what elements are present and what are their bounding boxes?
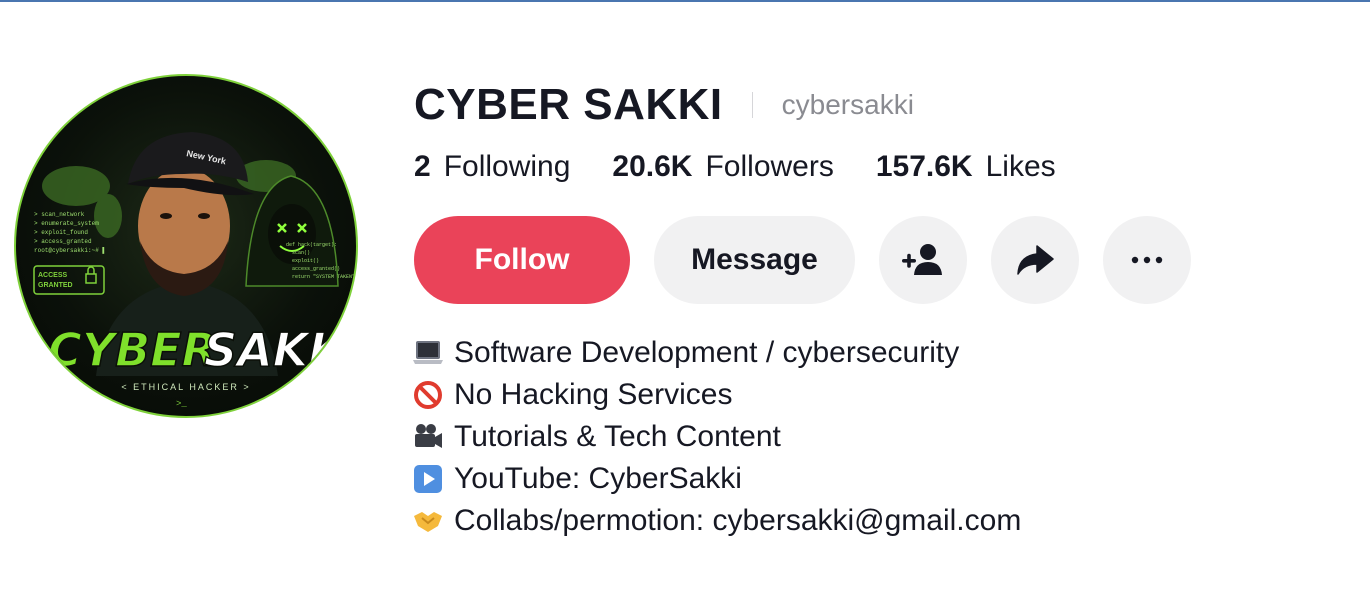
- brand-text-left: CYBER: [48, 323, 217, 377]
- title-divider: [751, 92, 753, 118]
- more-icon: [1131, 256, 1163, 264]
- granted-text: GRANTED: [38, 282, 73, 289]
- stat-following[interactable]: 2 Following: [414, 150, 570, 184]
- stat-likes: 157.6K Likes: [876, 150, 1056, 184]
- terminal-line: > scan_network: [34, 211, 85, 218]
- bio-text: Software Development / cybersecurity: [454, 336, 960, 369]
- play-button-icon: [412, 463, 444, 495]
- more-options-button[interactable]: [1103, 216, 1191, 304]
- bio-text: YouTube: CyberSakki: [454, 462, 742, 495]
- share-button[interactable]: [991, 216, 1079, 304]
- bio-text: Tutorials & Tech Content: [454, 420, 781, 453]
- display-name: CYBER SAKKI: [414, 80, 723, 129]
- code-line: return "SYSTEM TAKEN": [292, 274, 355, 280]
- laptop-icon: [412, 337, 444, 369]
- code-line: def hack(target):: [286, 242, 337, 248]
- stat-value: 2: [414, 150, 431, 183]
- access-text: ACCESS: [38, 272, 68, 279]
- stat-label: Followers: [705, 150, 834, 183]
- code-line: exploit(): [292, 258, 319, 264]
- profile-title-row: CYBER SAKKI cybersakki: [414, 80, 914, 130]
- message-button[interactable]: Message: [654, 216, 855, 304]
- share-icon: [1017, 245, 1054, 275]
- terminal-line: > enumerate_system: [34, 220, 99, 227]
- stat-followers[interactable]: 20.6K Followers: [612, 150, 833, 184]
- stat-label: Following: [443, 150, 571, 183]
- profile-avatar[interactable]: New York > scan_network > enumerate_syst…: [14, 74, 358, 418]
- stat-value: 157.6K: [875, 150, 973, 183]
- bio-text: No Hacking Services: [454, 378, 733, 411]
- add-friend-icon: [902, 244, 942, 275]
- bio-line: Collabs/permotion: cybersakki@gmail.com: [412, 500, 1021, 542]
- movie-camera-icon: [412, 421, 444, 453]
- add-friend-button[interactable]: [879, 216, 967, 304]
- code-line: access_granted(): [292, 266, 340, 272]
- stat-value: 20.6K: [612, 150, 693, 183]
- prohibited-icon: [412, 379, 444, 411]
- lock-icon: [85, 273, 97, 284]
- profile-actions: Follow Message: [414, 216, 1191, 304]
- window-top-border: [0, 0, 1370, 2]
- terminal-line: root@cybersakki:~# ▌: [34, 247, 106, 254]
- stat-label: Likes: [985, 150, 1056, 183]
- handshake-icon: [412, 505, 444, 537]
- access-granted-badge: ACCESS GRANTED: [33, 265, 105, 295]
- code-line: scan(): [292, 250, 310, 256]
- bio-line: Tutorials & Tech Content: [412, 416, 1021, 458]
- brand-text-right: SAKKI: [204, 323, 356, 377]
- profile-stats: 2 Following 20.6K Followers 157.6K Likes: [414, 148, 1098, 186]
- bio-line: YouTube: CyberSakki: [412, 458, 1021, 500]
- terminal-line: > access_granted: [34, 238, 92, 245]
- bio-line: Software Development / cybersecurity: [412, 332, 1021, 374]
- brand-tagline: < ETHICAL HACKER >: [121, 382, 250, 392]
- brand-logo: CYBER SAKKI < ETHICAL HACKER > >_: [47, 322, 356, 409]
- prompt-text: >_: [176, 399, 187, 409]
- bio-line: No Hacking Services: [412, 374, 1021, 416]
- username: cybersakki: [781, 89, 914, 120]
- bio-text: Collabs/permotion: cybersakki@gmail.com: [454, 504, 1022, 537]
- follow-button[interactable]: Follow: [414, 216, 630, 304]
- terminal-line: > exploit_found: [34, 229, 88, 236]
- avatar-artwork: New York > scan_network > enumerate_syst…: [33, 132, 356, 409]
- profile-bio: Software Development / cybersecurity No …: [412, 332, 1021, 542]
